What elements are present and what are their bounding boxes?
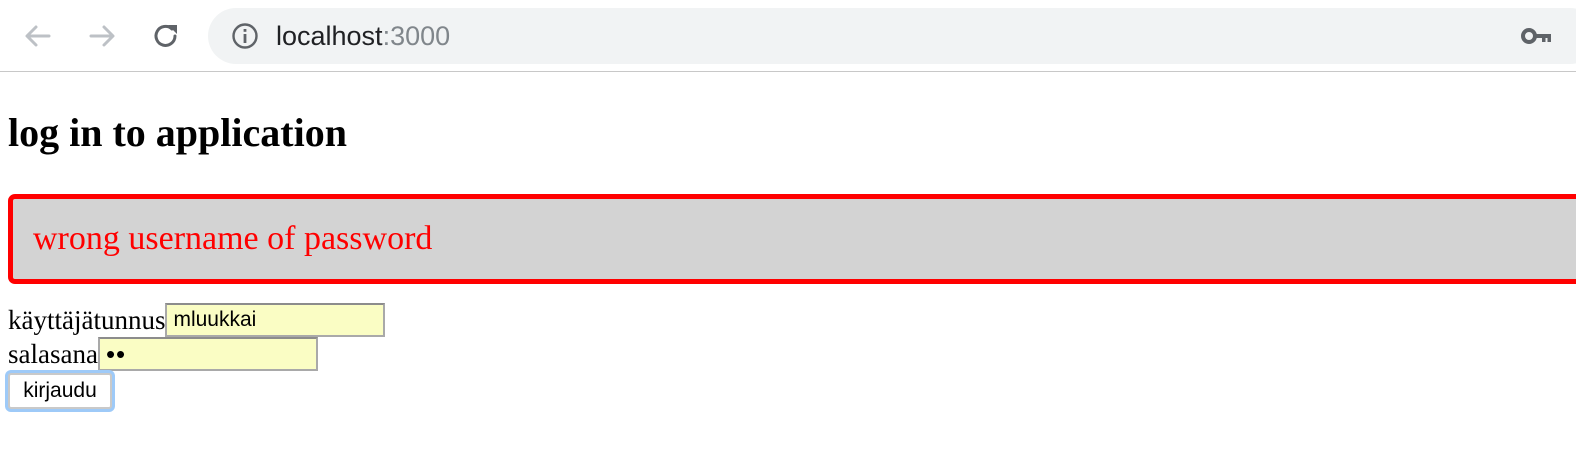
url-text: localhost:3000 — [276, 21, 450, 52]
username-input[interactable]: mluukkai — [165, 303, 386, 337]
back-button[interactable] — [18, 16, 58, 56]
password-label: salasana — [8, 339, 98, 369]
address-bar[interactable]: localhost:3000 — [208, 8, 1576, 64]
error-notification: wrong username of password — [8, 194, 1576, 284]
browser-toolbar: localhost:3000 — [0, 0, 1576, 72]
forward-button[interactable] — [82, 16, 122, 56]
info-icon[interactable] — [230, 21, 260, 51]
page-title: log in to application — [8, 110, 347, 155]
arrow-left-icon — [25, 25, 51, 47]
url-host: localhost — [276, 20, 383, 51]
username-row: käyttäjätunnus mluukkai — [8, 303, 1576, 337]
arrow-right-icon — [89, 25, 115, 47]
username-label: käyttäjätunnus — [8, 305, 166, 335]
password-input[interactable]: •• — [97, 337, 318, 371]
key-icon[interactable] — [1520, 21, 1552, 51]
url-port: :3000 — [382, 20, 451, 51]
reload-icon — [154, 24, 177, 47]
login-button[interactable]: kirjaudu — [8, 373, 112, 409]
page-content: log in to application wrong username of … — [0, 110, 1576, 409]
password-row: salasana •• — [8, 337, 1576, 371]
login-form: käyttäjätunnus mluukkai salasana •• kirj… — [8, 303, 1576, 409]
reload-button[interactable] — [146, 16, 186, 56]
